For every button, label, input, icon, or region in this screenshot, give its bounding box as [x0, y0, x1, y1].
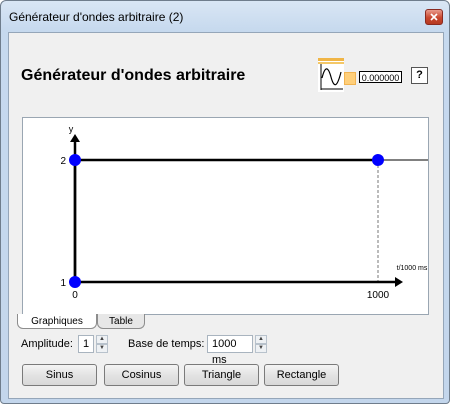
close-icon [430, 13, 438, 21]
triangle-button[interactable]: Triangle [184, 364, 259, 386]
generator-window: Générateur d'ondes arbitraire (2) Généra… [0, 0, 450, 404]
sinus-button[interactable]: Sinus [22, 364, 97, 386]
timebase-down-icon[interactable]: ▼ [255, 344, 267, 353]
waveform-plot[interactable]: y t/1000 ms 0 1000 1 2 [22, 117, 429, 315]
amplitude-down-icon[interactable]: ▼ [96, 344, 108, 353]
parameters-row: Amplitude: 1 ▲ ▼ Base de temps: 1000 ms … [9, 335, 443, 366]
control-point[interactable] [372, 154, 384, 166]
output-indicator [344, 72, 356, 85]
control-point[interactable] [69, 276, 81, 288]
timebase-input[interactable]: 1000 ms [207, 335, 253, 366]
help-button[interactable]: ? [411, 67, 428, 84]
timebase-label: Base de temps: [128, 338, 205, 350]
client-area: Générateur d'ondes arbitraire 0.000000 ?… [8, 32, 444, 399]
x-tick-label: 1000 [367, 290, 390, 301]
cosinus-button[interactable]: Cosinus [104, 364, 179, 386]
timebase-stepper[interactable]: ▲ ▼ [255, 335, 267, 353]
page-title: Générateur d'ondes arbitraire [21, 67, 246, 84]
y-axis-label: y [69, 124, 74, 134]
tab-graphiques[interactable]: Graphiques [17, 314, 97, 329]
rectangle-button[interactable]: Rectangle [264, 364, 339, 386]
x-tick-label: 0 [72, 290, 78, 301]
window-title: Générateur d'ondes arbitraire (2) [9, 10, 184, 24]
x-axis-arrow-icon [395, 277, 403, 287]
amplitude-label: Amplitude: [21, 338, 73, 350]
y-axis-arrow-icon [70, 134, 80, 142]
waveform-icon [318, 58, 344, 92]
output-value: 0.000000 [359, 71, 402, 83]
y-tick-label: 2 [60, 156, 66, 167]
plot-canvas[interactable]: y t/1000 ms 0 1000 1 2 [23, 118, 428, 314]
timebase-up-icon[interactable]: ▲ [255, 335, 267, 344]
x-axis-label: t/1000 ms [397, 265, 428, 272]
amplitude-up-icon[interactable]: ▲ [96, 335, 108, 344]
y-tick-label: 1 [60, 278, 66, 289]
close-button[interactable] [425, 9, 443, 25]
amplitude-stepper[interactable]: ▲ ▼ [96, 335, 108, 353]
control-point[interactable] [69, 154, 81, 166]
title-bar[interactable]: Générateur d'ondes arbitraire (2) [1, 1, 449, 31]
tab-table[interactable]: Table [97, 314, 145, 329]
waveform-line [73, 158, 378, 282]
amplitude-input[interactable]: 1 [78, 335, 94, 353]
